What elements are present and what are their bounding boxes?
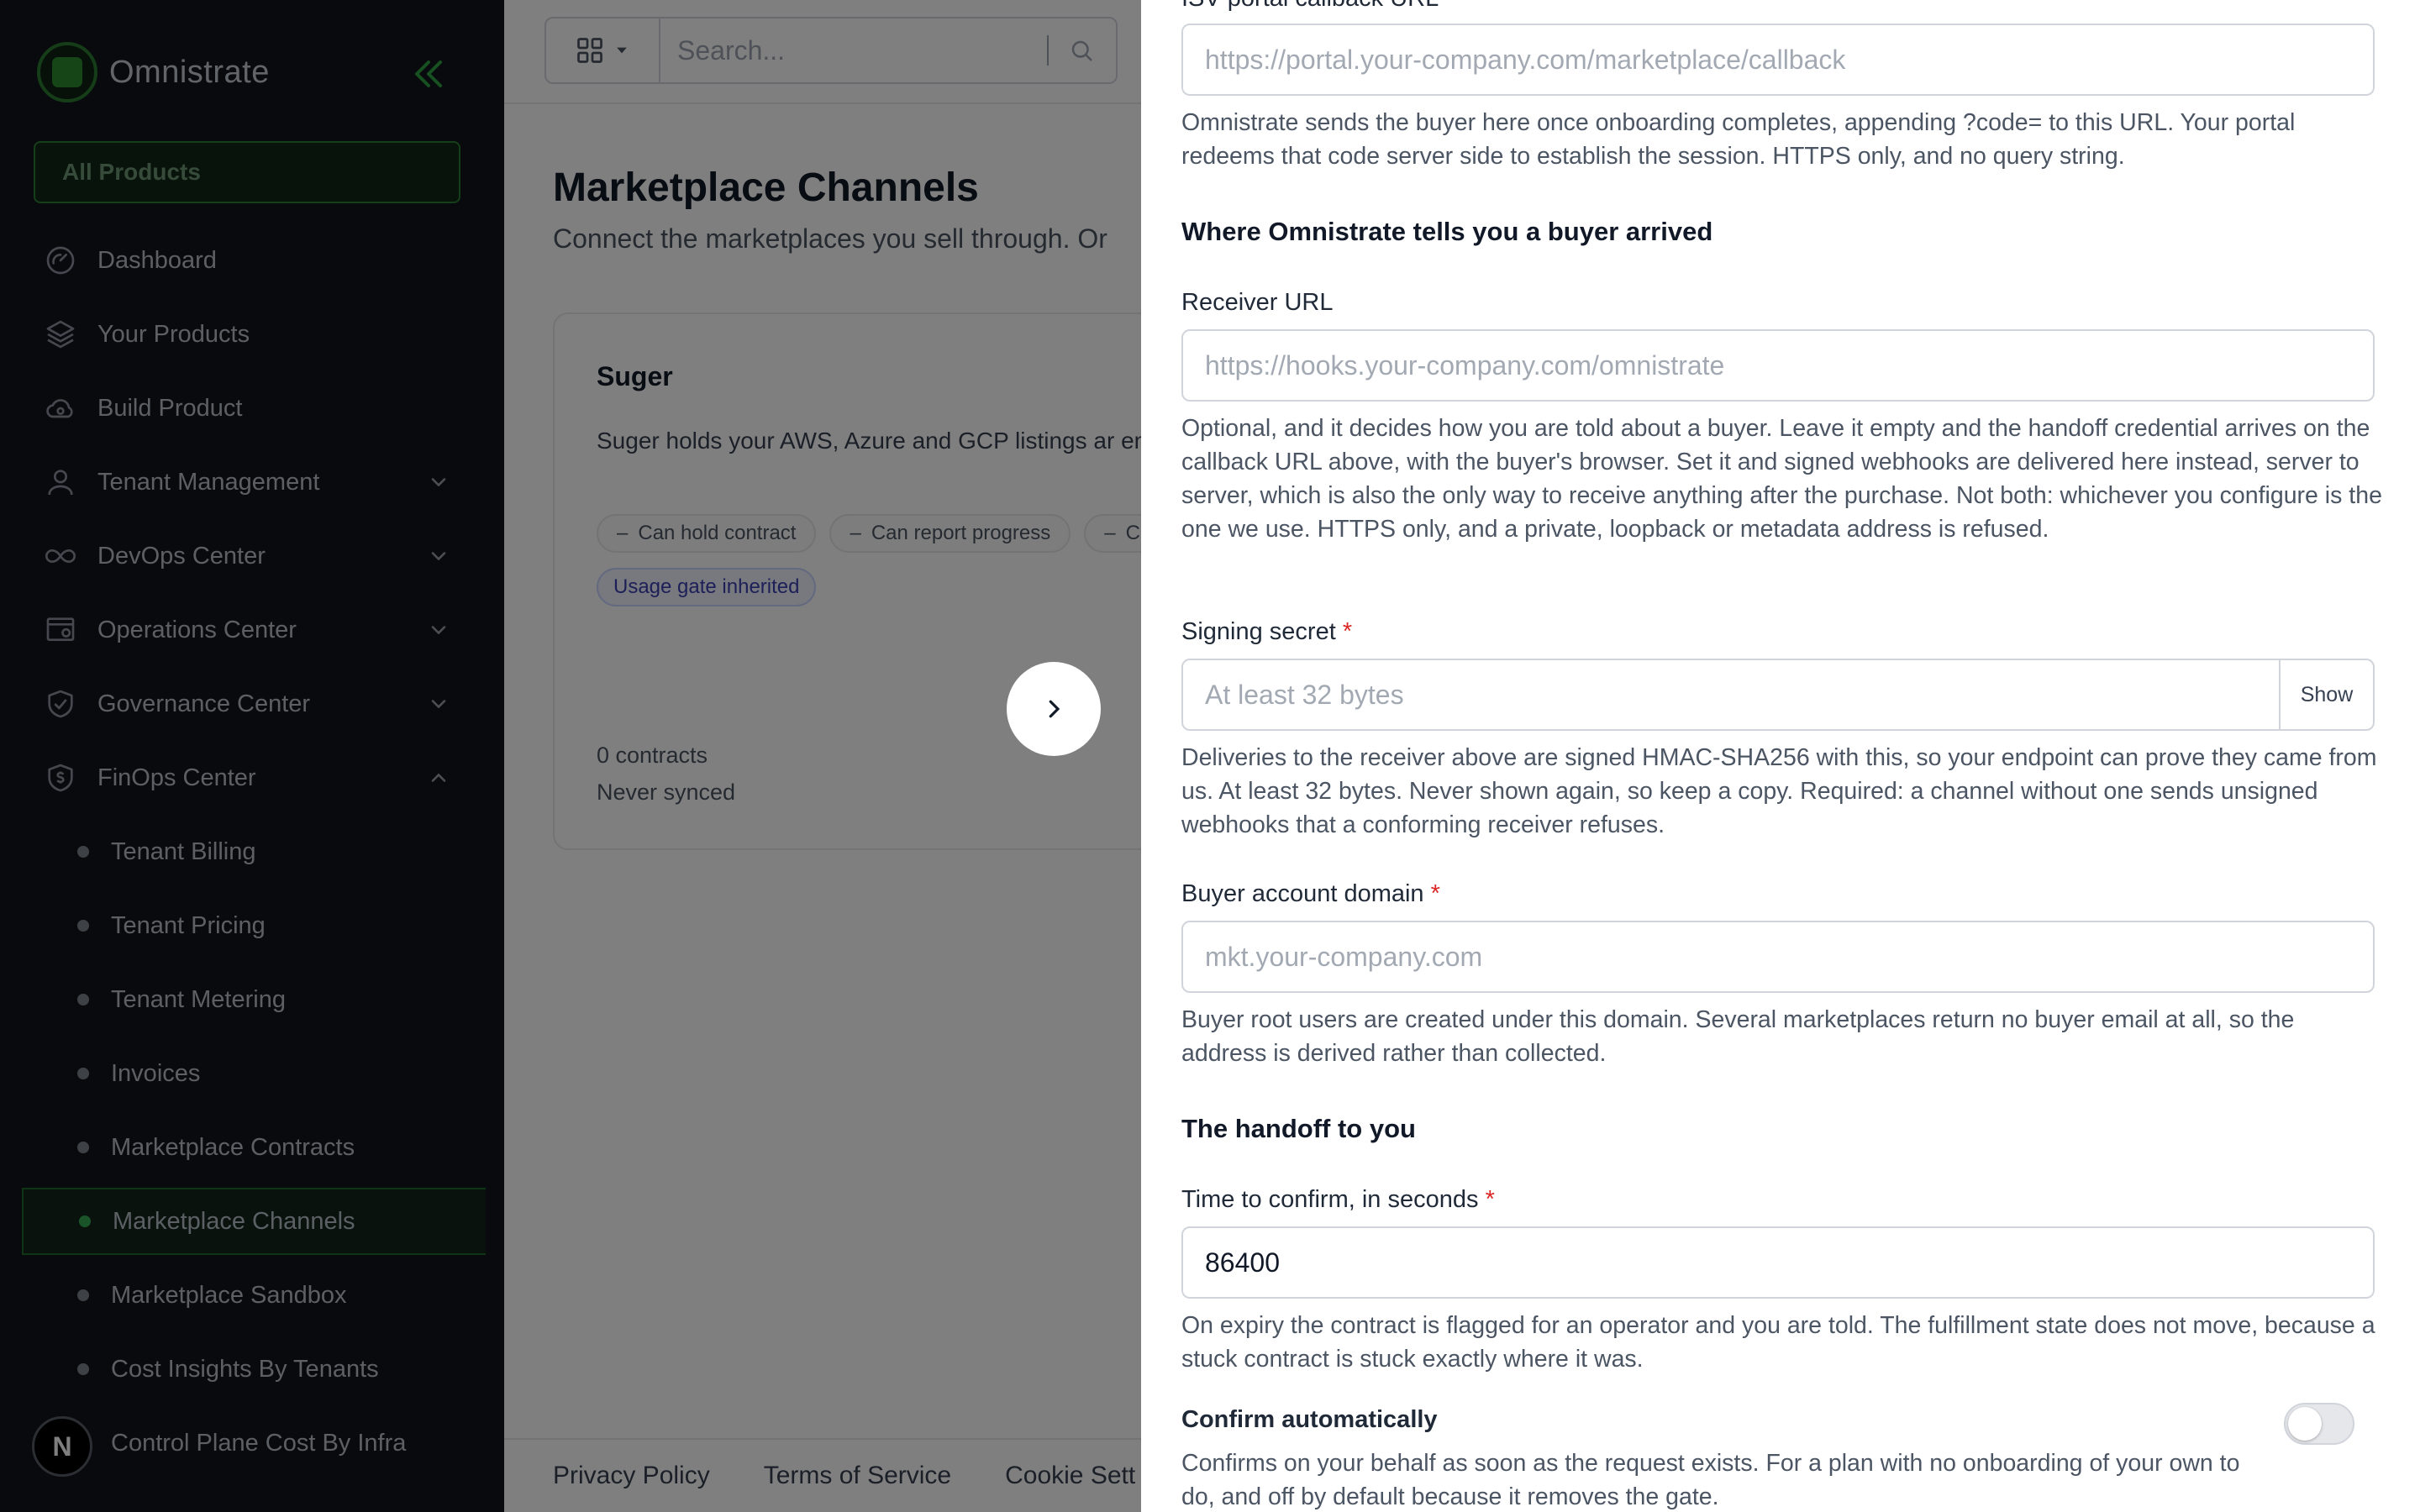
section-title-handoff: The handoff to you <box>1181 1114 1416 1143</box>
auto-confirm-label: Confirm automatically <box>1181 1406 1438 1433</box>
required-marker: * <box>1342 618 1353 645</box>
callback-url-label: ISV portal callback URL <box>1181 0 1439 13</box>
confirm-time-input[interactable]: 86400 <box>1181 1226 2375 1299</box>
receiver-url-help: Optional, and it decides how you are tol… <box>1181 415 2382 543</box>
toggle-knob <box>2288 1407 2322 1441</box>
auto-confirm-help: Confirms on your behalf as soon as the r… <box>1181 1450 2240 1510</box>
section-title-buyer: Where Omnistrate tells you a buyer arriv… <box>1181 217 1713 246</box>
signing-secret-field: At least 32 bytes Show <box>1181 659 2375 731</box>
signing-secret-label: Signing secret * <box>1181 618 1353 645</box>
callback-url-help: Omnistrate sends the buyer here once onb… <box>1181 109 2296 170</box>
buyer-domain-input[interactable]: mkt.your-company.com <box>1181 921 2375 993</box>
buyer-domain-label: Buyer account domain * <box>1181 880 1440 907</box>
required-marker: * <box>1430 880 1440 907</box>
receiver-url-input[interactable]: https://hooks.your-company.com/omnistrat… <box>1181 329 2375 402</box>
callback-url-input[interactable]: https://portal.your-company.com/marketpl… <box>1181 24 2375 96</box>
required-marker: * <box>1485 1186 1495 1213</box>
channel-config-drawer: ISV portal callback URL https://portal.y… <box>1141 0 2420 1512</box>
buyer-domain-help: Buyer root users are created under this … <box>1181 1006 2295 1067</box>
signing-secret-help: Deliveries to the receiver above are sig… <box>1181 744 2377 838</box>
chevron-right-icon <box>1049 700 1060 718</box>
show-secret-button[interactable]: Show <box>2279 660 2373 729</box>
carousel-next-button[interactable] <box>1007 662 1101 756</box>
confirm-time-help: On expiry the contract is flagged for an… <box>1181 1312 2375 1373</box>
receiver-url-label: Receiver URL <box>1181 289 1334 316</box>
auto-confirm-toggle[interactable] <box>2284 1403 2354 1445</box>
signing-secret-input[interactable]: At least 32 bytes <box>1183 660 2279 729</box>
confirm-time-label: Time to confirm, in seconds * <box>1181 1186 1495 1213</box>
